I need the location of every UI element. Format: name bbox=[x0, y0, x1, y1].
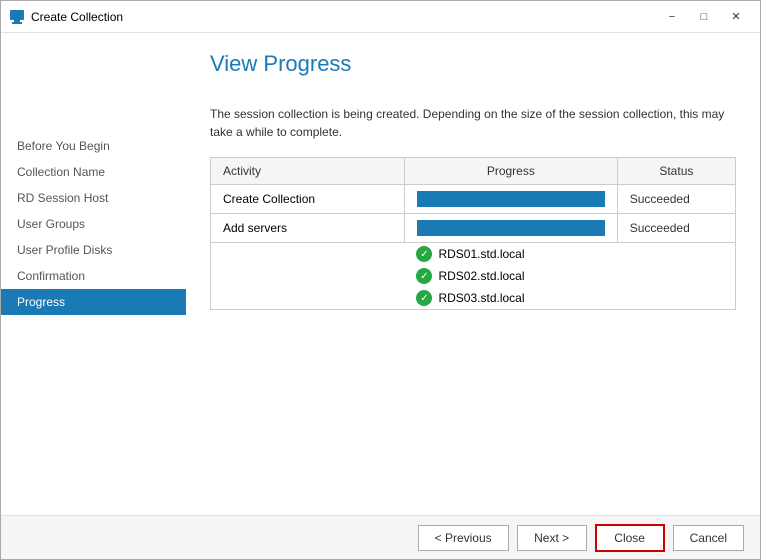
progress-bar-add-servers bbox=[404, 214, 617, 243]
close-button[interactable]: Close bbox=[595, 524, 665, 552]
table-row: Add servers Succeeded bbox=[211, 214, 736, 243]
progress-bar-fill-2 bbox=[417, 220, 605, 236]
footer: < Previous Next > Close Cancel bbox=[1, 515, 760, 559]
server-label-rds02: RDS02.std.local bbox=[438, 269, 524, 283]
cancel-button[interactable]: Cancel bbox=[673, 525, 744, 551]
description-text: The session collection is being created.… bbox=[210, 105, 730, 141]
main-window: Create Collection − □ ✕ Before You Begin… bbox=[0, 0, 761, 560]
sidebar-item-collection-name[interactable]: Collection Name bbox=[1, 159, 186, 185]
minimize-button[interactable]: − bbox=[656, 4, 688, 30]
progress-table: Activity Progress Status Create Collecti… bbox=[210, 157, 736, 310]
main-content: View Progress The session collection is … bbox=[186, 33, 760, 515]
table-row: Create Collection Succeeded bbox=[211, 185, 736, 214]
sub-row-spacer bbox=[211, 243, 405, 266]
server-item-rds02: ✓ RDS02.std.local bbox=[404, 265, 735, 287]
server-item-rds03-container: ✓ RDS03.std.local bbox=[416, 290, 723, 306]
sidebar-spacer bbox=[1, 33, 186, 133]
progress-bar-bg bbox=[417, 191, 605, 207]
previous-button[interactable]: < Previous bbox=[418, 525, 509, 551]
progress-bar-bg-2 bbox=[417, 220, 605, 236]
check-icon-rds02: ✓ bbox=[416, 268, 432, 284]
server-item-rds01: ✓ RDS01.std.local bbox=[404, 243, 735, 266]
page-header: View Progress bbox=[186, 33, 760, 89]
window-icon bbox=[9, 9, 25, 25]
server-item-rds02-container: ✓ RDS02.std.local bbox=[416, 268, 723, 284]
progress-bar-create-collection bbox=[404, 185, 617, 214]
sub-row-spacer-2 bbox=[211, 265, 405, 287]
sidebar-item-user-profile-disks[interactable]: User Profile Disks bbox=[1, 237, 186, 263]
col-header-status: Status bbox=[617, 158, 735, 185]
window-title: Create Collection bbox=[31, 10, 656, 24]
sub-row-rds03: ✓ RDS03.std.local bbox=[211, 287, 736, 310]
page-title: View Progress bbox=[210, 51, 736, 77]
server-item-rds03: ✓ RDS03.std.local bbox=[404, 287, 735, 310]
progress-bar-fill bbox=[417, 191, 605, 207]
sidebar-item-user-groups[interactable]: User Groups bbox=[1, 211, 186, 237]
sub-row-spacer-3 bbox=[211, 287, 405, 310]
sidebar-item-progress[interactable]: Progress bbox=[1, 289, 186, 315]
server-item-rds01-container: ✓ RDS01.std.local bbox=[416, 246, 723, 262]
title-bar: Create Collection − □ ✕ bbox=[1, 1, 760, 33]
sub-row-rds02: ✓ RDS02.std.local bbox=[211, 265, 736, 287]
activity-create-collection: Create Collection bbox=[211, 185, 405, 214]
body-layout: Before You Begin Collection Name RD Sess… bbox=[1, 33, 760, 559]
sidebar-item-confirmation[interactable]: Confirmation bbox=[1, 263, 186, 289]
check-icon-rds03: ✓ bbox=[416, 290, 432, 306]
sidebar: Before You Begin Collection Name RD Sess… bbox=[1, 33, 186, 515]
status-create-collection: Succeeded bbox=[617, 185, 735, 214]
main-body: The session collection is being created.… bbox=[186, 89, 760, 515]
server-label-rds01: RDS01.std.local bbox=[438, 247, 524, 261]
sidebar-item-before-you-begin[interactable]: Before You Begin bbox=[1, 133, 186, 159]
window-controls: − □ ✕ bbox=[656, 4, 752, 30]
check-icon-rds01: ✓ bbox=[416, 246, 432, 262]
top-section: Before You Begin Collection Name RD Sess… bbox=[1, 33, 760, 515]
next-button[interactable]: Next > bbox=[517, 525, 587, 551]
activity-add-servers: Add servers bbox=[211, 214, 405, 243]
status-add-servers: Succeeded bbox=[617, 214, 735, 243]
window-close-button[interactable]: ✕ bbox=[720, 4, 752, 30]
sub-row-rds01: ✓ RDS01.std.local bbox=[211, 243, 736, 266]
server-label-rds03: RDS03.std.local bbox=[438, 291, 524, 305]
sidebar-item-rd-session-host[interactable]: RD Session Host bbox=[1, 185, 186, 211]
col-header-progress: Progress bbox=[404, 158, 617, 185]
col-header-activity: Activity bbox=[211, 158, 405, 185]
maximize-button[interactable]: □ bbox=[688, 4, 720, 30]
